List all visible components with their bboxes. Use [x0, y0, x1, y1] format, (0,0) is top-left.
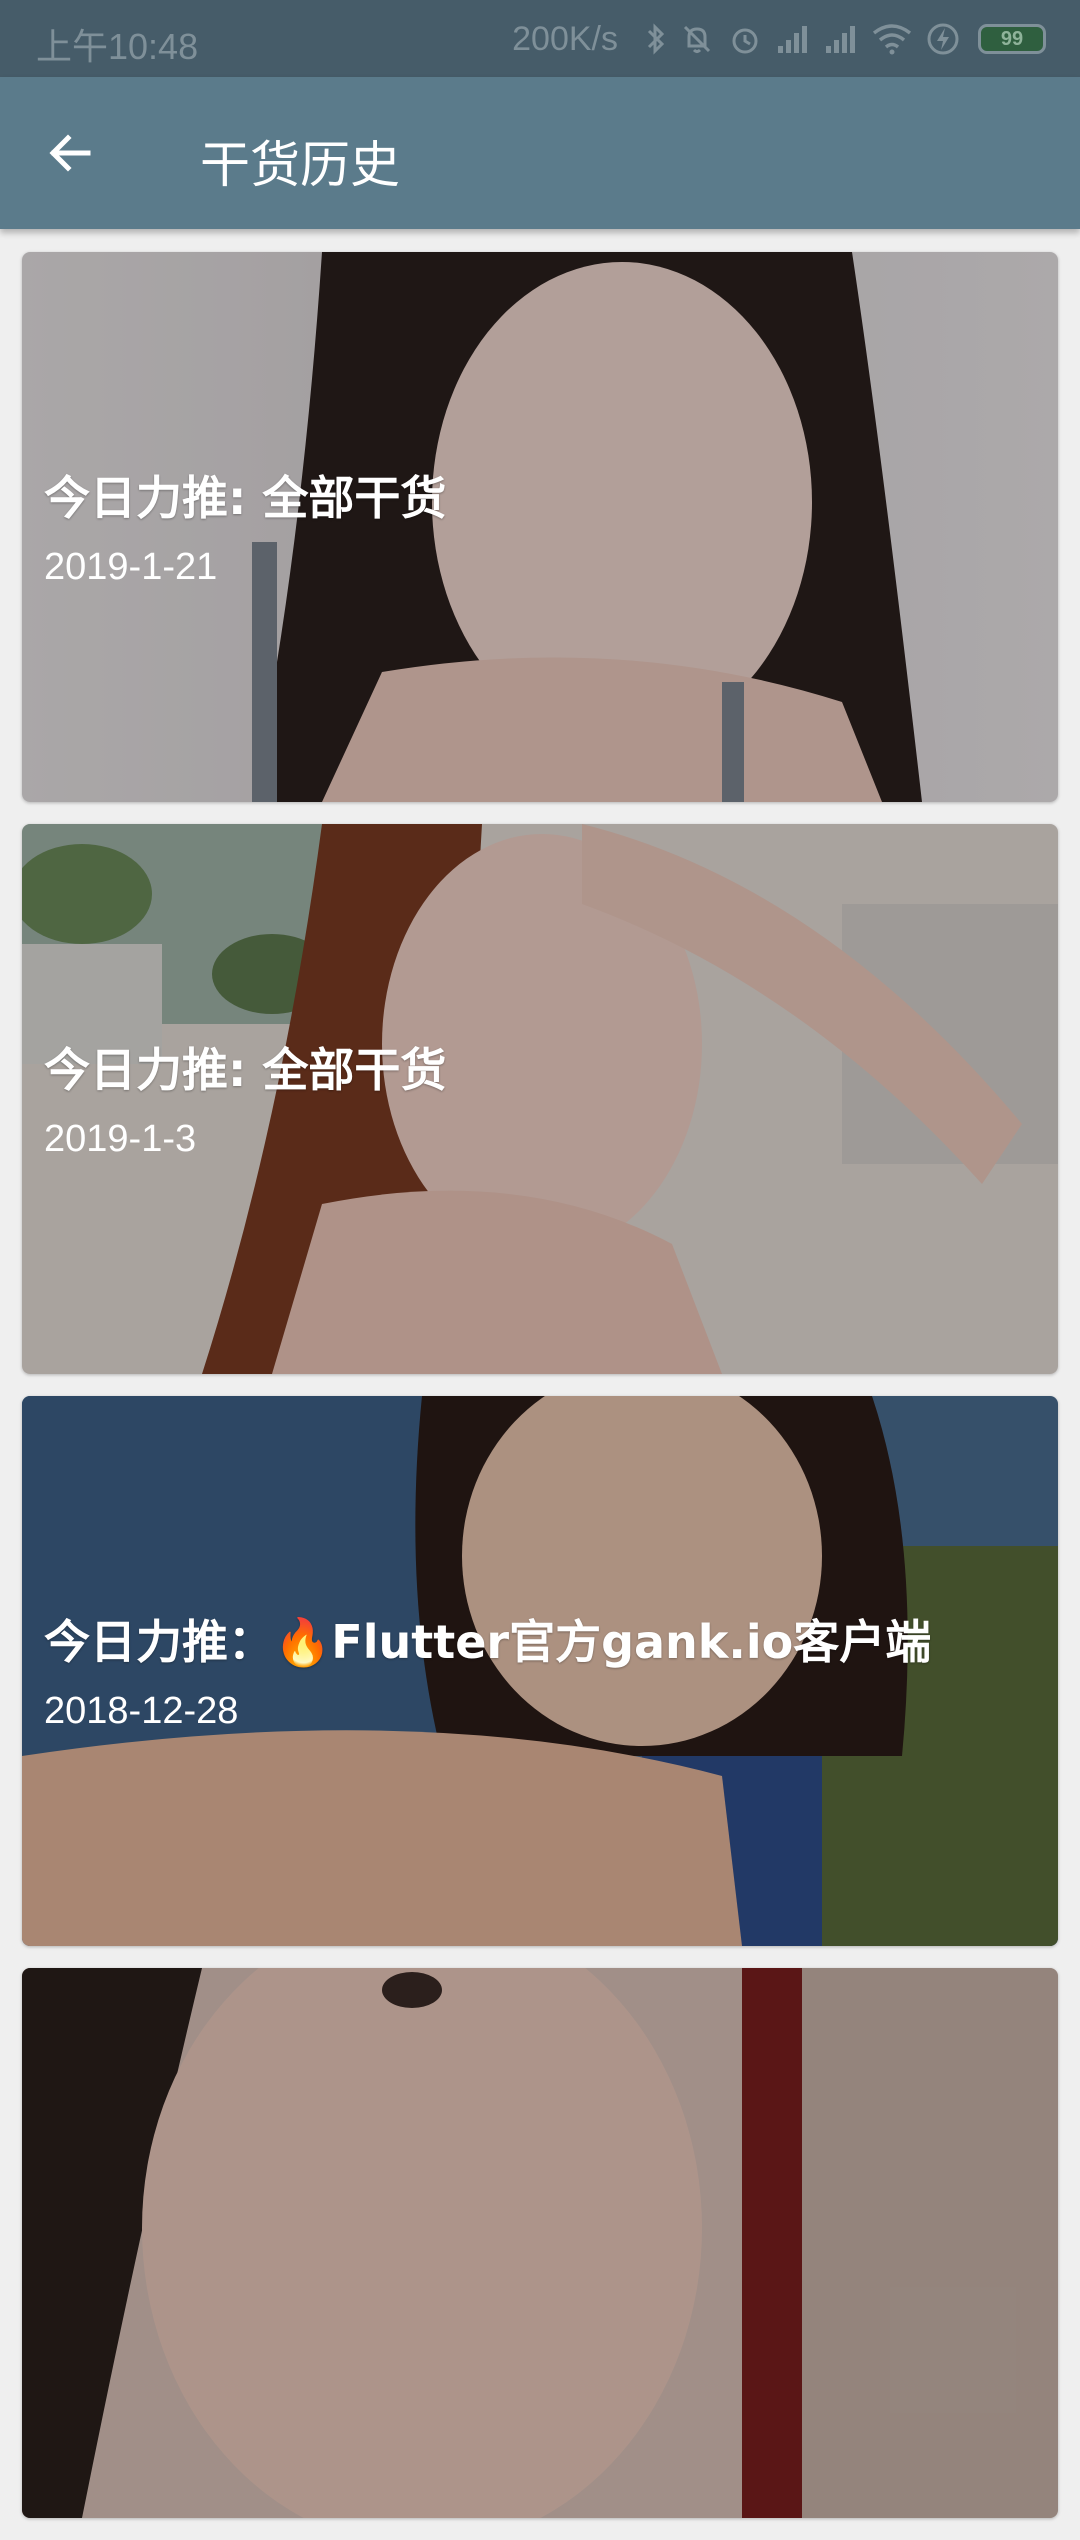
wifi-icon: [872, 24, 912, 55]
battery-icon: 99: [978, 24, 1046, 54]
history-list: 今日力推: 全部干货 2019-1-21 今日力推: 全部干货 2019-1-3: [22, 252, 1058, 2540]
card-title: 今日力推：🔥Flutter官方gank.io客户端: [44, 1615, 932, 1669]
charging-icon: [927, 23, 959, 55]
mute-icon: [683, 25, 711, 53]
status-bar: 上午10:48 200K/s 99: [0, 0, 1080, 77]
card-overlay: [22, 1968, 1058, 2518]
app-bar: 干货历史: [0, 77, 1080, 229]
bluetooth-icon: [647, 23, 665, 55]
battery-level: 99: [1000, 27, 1024, 50]
signal-icon: [826, 26, 855, 53]
history-card[interactable]: 今日力推: 全部干货 2019-1-21: [22, 252, 1058, 802]
card-date: 2018-12-28: [44, 1690, 239, 1732]
signal-icon: [778, 26, 807, 53]
network-speed: 200K/s: [512, 19, 618, 58]
status-icons: 200K/s 99: [512, 14, 1046, 64]
card-date: 2019-1-21: [44, 546, 218, 588]
alarm-icon: [732, 28, 758, 54]
card-date: 2019-1-3: [44, 1118, 197, 1160]
status-time: 上午10:48: [36, 26, 199, 67]
card-title: 今日力推: 全部干货: [44, 471, 447, 525]
history-card[interactable]: 今日力推：🔥Flutter官方gank.io客户端 2018-12-28: [22, 1396, 1058, 1946]
back-button[interactable]: [30, 113, 110, 193]
history-card[interactable]: 今日力推: 全部干货 2019-1-3: [22, 824, 1058, 1374]
history-card[interactable]: [22, 1968, 1058, 2518]
card-title: 今日力推: 全部干货: [44, 1043, 447, 1097]
arrow-left-icon: [49, 134, 91, 172]
page-title: 干货历史: [200, 136, 400, 194]
